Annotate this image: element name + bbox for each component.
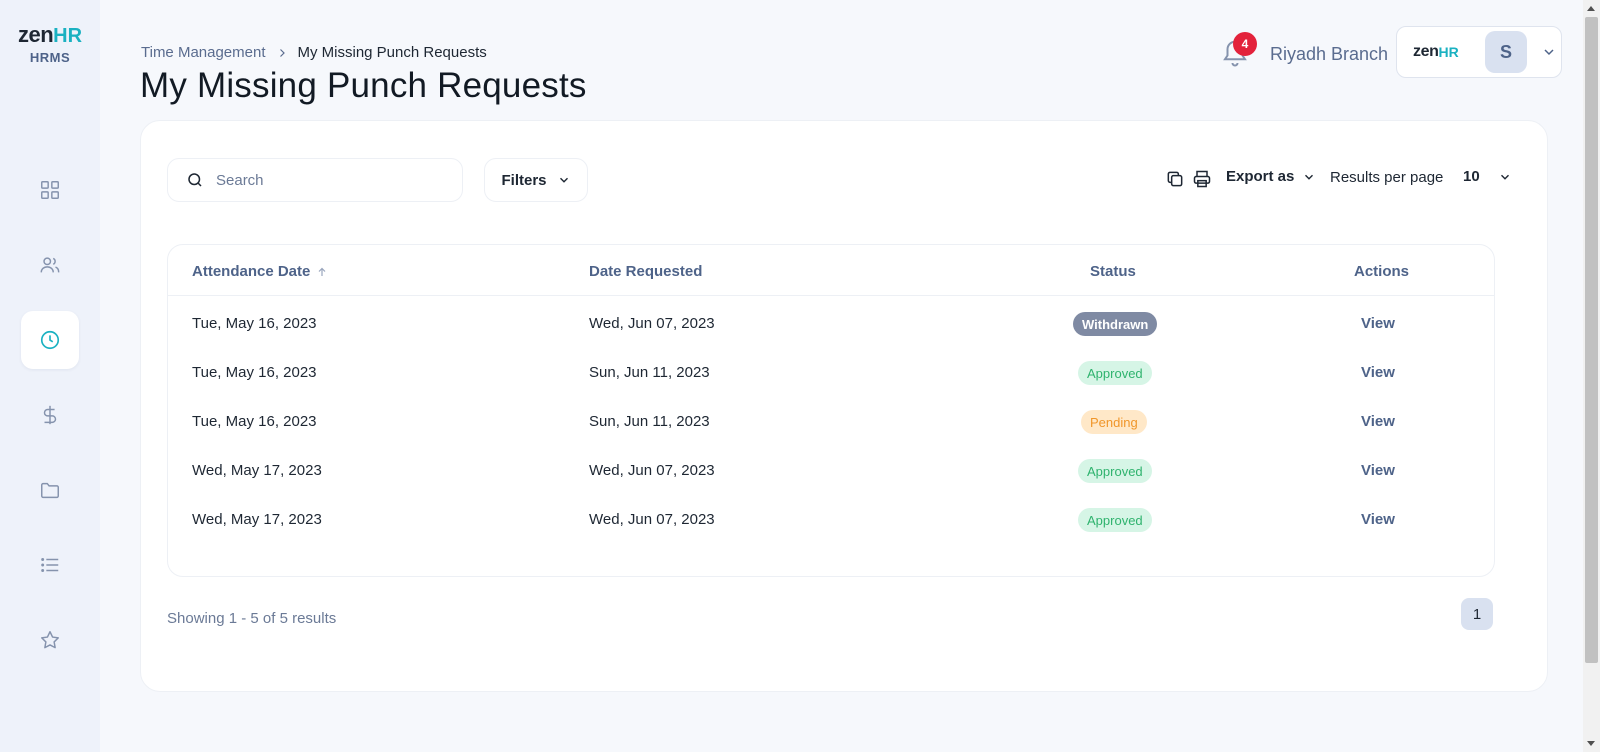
requests-table: Attendance Date Date Requested Status Ac… xyxy=(167,244,1495,577)
scroll-down-arrow-icon[interactable] xyxy=(1587,741,1595,746)
attendance-date-cell: Tue, May 16, 2023 xyxy=(192,413,317,430)
logo-hr-text: HR xyxy=(53,25,83,47)
date-requested-cell: Wed, Jun 07, 2023 xyxy=(589,511,715,528)
company-logo: zen HR xyxy=(1413,43,1473,61)
view-link[interactable]: View xyxy=(1361,462,1395,479)
column-header-date-requested[interactable]: Date Requested xyxy=(589,263,702,280)
pagination-page-button[interactable]: 1 xyxy=(1461,598,1493,630)
logo-zen-text: zen xyxy=(17,22,54,47)
product-name: HRMS xyxy=(29,50,71,65)
table-row: Tue, May 16, 2023 Sun, Jun 11, 2023 Appr… xyxy=(168,346,1494,396)
status-badge: Approved xyxy=(1078,361,1152,385)
sidebar-item-time-management[interactable] xyxy=(21,311,79,369)
copy-icon[interactable] xyxy=(1165,169,1185,189)
requests-card: Filters Export as Results per page 10 At… xyxy=(140,120,1548,692)
export-as-button[interactable]: Export as xyxy=(1226,168,1316,185)
list-icon xyxy=(41,558,59,572)
filters-label: Filters xyxy=(501,171,547,189)
sidebar-item-requests[interactable] xyxy=(21,536,79,594)
date-requested-cell: Sun, Jun 11, 2023 xyxy=(589,364,710,381)
company-logo-hr: HR xyxy=(1438,44,1459,60)
star-icon xyxy=(41,631,59,649)
people-icon xyxy=(40,257,60,273)
zenhr-logo[interactable]: zenHR HRMS xyxy=(0,22,100,65)
branch-name[interactable]: Riyadh Branch xyxy=(1270,44,1388,65)
search-icon xyxy=(188,173,202,187)
sidebar-item-employees[interactable] xyxy=(21,236,79,294)
table-row: Wed, May 17, 2023 Wed, Jun 07, 2023 Appr… xyxy=(168,444,1494,494)
sidebar-item-documents[interactable] xyxy=(21,461,79,519)
search-input[interactable] xyxy=(216,171,446,189)
attendance-date-cell: Wed, May 17, 2023 xyxy=(192,462,322,479)
results-summary: Showing 1 - 5 of 5 results xyxy=(167,610,337,627)
dashboard-grid-icon xyxy=(41,181,59,199)
company-logo-zen: zen xyxy=(1413,43,1439,60)
scrollbar-thumb[interactable] xyxy=(1585,17,1598,663)
attendance-date-cell: Tue, May 16, 2023 xyxy=(192,364,317,381)
column-header-attendance-date[interactable]: Attendance Date xyxy=(192,263,328,280)
print-icon[interactable] xyxy=(1192,169,1212,189)
chevron-right-icon xyxy=(279,48,285,57)
chevron-down-icon[interactable] xyxy=(1541,44,1557,60)
column-header-actions: Actions xyxy=(1354,263,1410,280)
sort-ascending-icon xyxy=(318,267,326,276)
scroll-up-arrow-icon[interactable] xyxy=(1587,6,1595,11)
page-title: My Missing Punch Requests xyxy=(140,66,587,105)
status-badge: Pending xyxy=(1081,410,1147,434)
folder-icon xyxy=(41,482,59,499)
sidebar-item-dashboard[interactable] xyxy=(21,161,79,219)
status-badge: Approved xyxy=(1078,459,1152,483)
table-row: Tue, May 16, 2023 Wed, Jun 07, 2023 With… xyxy=(168,297,1494,347)
sidebar-item-favorites[interactable] xyxy=(21,611,79,669)
view-link[interactable]: View xyxy=(1361,315,1395,332)
results-per-page-label: Results per page xyxy=(1330,169,1444,186)
status-badge: Approved xyxy=(1078,508,1152,532)
view-link[interactable]: View xyxy=(1361,364,1395,381)
chevron-down-icon xyxy=(1500,174,1509,180)
results-per-page-select[interactable]: 10 xyxy=(1463,168,1512,185)
notification-count-badge: 4 xyxy=(1233,32,1257,56)
table-row: Wed, May 17, 2023 Wed, Jun 07, 2023 Appr… xyxy=(168,493,1494,543)
column-label: Attendance Date xyxy=(192,263,311,280)
table-row: Tue, May 16, 2023 Sun, Jun 11, 2023 Pend… xyxy=(168,395,1494,445)
page-scrollbar[interactable] xyxy=(1583,0,1600,752)
account-menu[interactable]: zen HR S xyxy=(1396,26,1562,78)
breadcrumb-current: My Missing Punch Requests xyxy=(297,44,487,61)
status-badge: Withdrawn xyxy=(1073,312,1158,336)
attendance-date-cell: Wed, May 17, 2023 xyxy=(192,511,322,528)
export-label: Export as xyxy=(1226,168,1295,185)
results-per-page-value: 10 xyxy=(1463,168,1480,185)
sidebar: zenHR HRMS xyxy=(0,0,100,752)
view-link[interactable]: View xyxy=(1361,511,1395,528)
attendance-date-cell: Tue, May 16, 2023 xyxy=(192,315,317,332)
breadcrumb-time-management-link[interactable]: Time Management xyxy=(141,44,266,61)
filters-button[interactable]: Filters xyxy=(484,158,588,202)
avatar[interactable]: S xyxy=(1485,31,1527,73)
column-header-status[interactable]: Status xyxy=(1090,263,1136,280)
date-requested-cell: Wed, Jun 07, 2023 xyxy=(589,462,715,479)
dollar-icon xyxy=(43,405,57,425)
chevron-down-icon xyxy=(559,177,568,183)
date-requested-cell: Wed, Jun 07, 2023 xyxy=(589,315,715,332)
clock-icon xyxy=(40,330,60,350)
date-requested-cell: Sun, Jun 11, 2023 xyxy=(589,413,710,430)
sidebar-item-payroll[interactable] xyxy=(21,386,79,444)
view-link[interactable]: View xyxy=(1361,413,1395,430)
chevron-down-icon xyxy=(1305,174,1314,180)
breadcrumb: Time Management My Missing Punch Request… xyxy=(141,44,487,61)
table-header: Attendance Date Date Requested Status Ac… xyxy=(168,245,1494,296)
search-box[interactable] xyxy=(167,158,463,202)
